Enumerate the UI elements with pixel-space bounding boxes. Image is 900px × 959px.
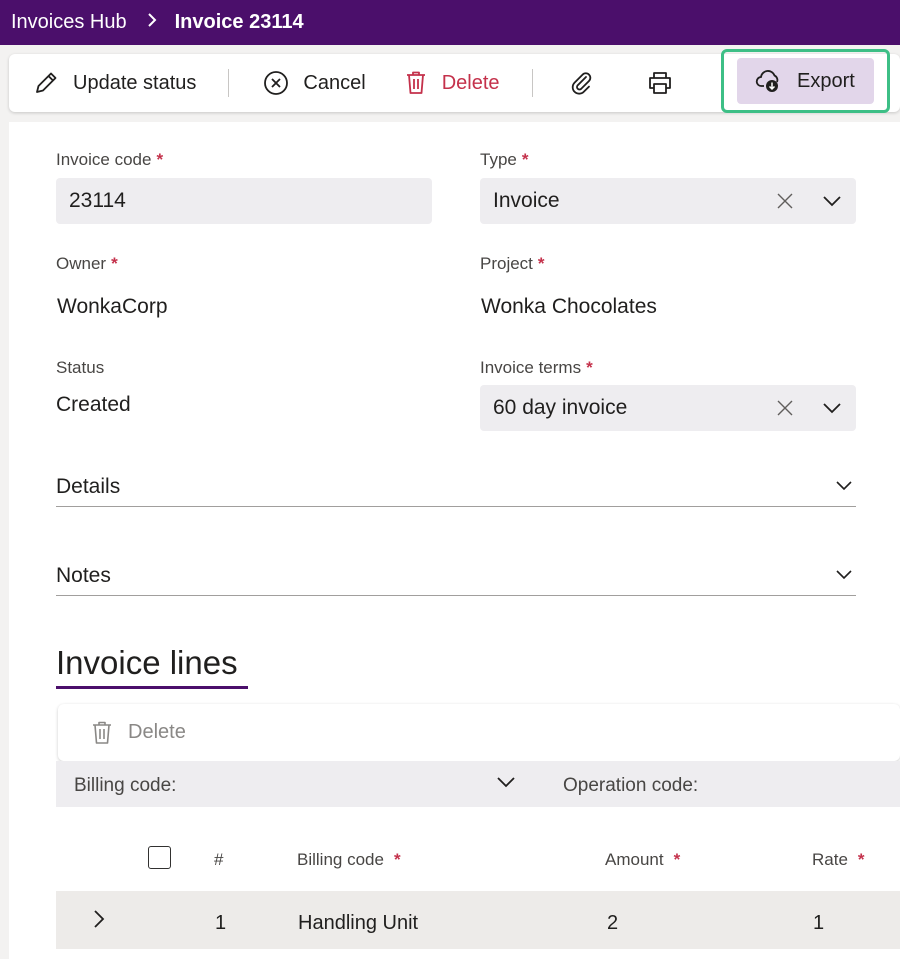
table-row[interactable]: 1 Handling Unit 2 1 — [56, 891, 900, 949]
cancel-circle-icon — [264, 71, 289, 95]
col-header-billing-code[interactable]: Billing code * — [297, 850, 401, 870]
chevron-right-icon — [147, 13, 157, 32]
breadcrumb: Invoices Hub Invoice 23114 — [0, 0, 900, 45]
required-marker: * — [156, 150, 164, 169]
pencil-icon — [36, 72, 57, 93]
delete-button[interactable]: Delete — [404, 61, 500, 105]
status-value: Created — [56, 393, 131, 416]
col-header-amount[interactable]: Amount * — [605, 850, 680, 870]
chevron-down-icon[interactable] — [496, 775, 516, 791]
print-button[interactable] — [646, 61, 674, 105]
col-header-rate[interactable]: Rate * — [812, 850, 865, 870]
export-label: Export — [797, 69, 855, 92]
toolbar-divider — [228, 69, 230, 97]
project-label: Project * — [480, 254, 545, 273]
type-value: Invoice — [493, 189, 560, 212]
required-marker: * — [393, 850, 401, 869]
col-header-number: # — [214, 850, 224, 869]
invoice-terms-value: 60 day invoice — [493, 396, 628, 419]
billing-code-filter-label: Billing code: — [74, 775, 177, 796]
trash-icon — [93, 721, 111, 744]
delete-label: Delete — [441, 71, 500, 94]
row-number: 1 — [215, 912, 227, 934]
toolbar-divider — [531, 69, 533, 97]
type-select[interactable]: Invoice — [480, 178, 856, 224]
details-section-title: Details — [56, 475, 121, 498]
clear-icon[interactable] — [774, 190, 796, 212]
status-label: Status — [56, 358, 105, 377]
invoice-lines-tab[interactable]: Invoice lines — [56, 644, 238, 682]
select-all-checkbox[interactable] — [148, 846, 171, 869]
cancel-button[interactable]: Cancel — [263, 61, 366, 105]
filter-row: Billing code: Operation code: — [56, 761, 900, 807]
required-marker: * — [673, 850, 681, 869]
table-header: # Billing code * Amount * Rate * — [56, 828, 900, 880]
lines-delete-label: Delete — [128, 721, 186, 743]
invoice-code-field[interactable]: 23114 — [56, 178, 432, 224]
printer-icon — [648, 72, 671, 94]
notes-section-title: Notes — [56, 564, 111, 587]
command-toolbar: Update status Cancel Delete Export — [9, 49, 900, 113]
operation-code-filter-label: Operation code: — [563, 775, 699, 796]
required-marker: * — [521, 150, 529, 169]
attach-button[interactable] — [569, 61, 595, 105]
trash-icon — [406, 71, 425, 94]
update-status-button[interactable]: Update status — [33, 61, 196, 105]
row-amount: 2 — [607, 912, 619, 934]
export-highlight: Export — [721, 49, 890, 113]
clear-icon[interactable] — [774, 397, 796, 419]
row-rate: 1 — [813, 912, 825, 934]
chevron-down-icon — [836, 481, 852, 491]
export-button[interactable]: Export — [737, 58, 874, 104]
lines-delete-button[interactable]: Delete — [90, 720, 186, 746]
breadcrumb-root-link[interactable]: Invoices Hub — [11, 11, 127, 34]
notes-section-header[interactable]: Notes — [56, 546, 856, 596]
required-marker: * — [111, 254, 118, 273]
owner-label: Owner * — [56, 254, 118, 273]
chevron-down-icon[interactable] — [822, 192, 842, 210]
chevron-right-icon[interactable] — [92, 909, 106, 929]
update-status-label: Update status — [73, 71, 197, 94]
invoice-terms-label: Invoice terms * — [480, 358, 593, 377]
required-marker: * — [537, 254, 545, 273]
details-section-header[interactable]: Details — [56, 457, 856, 507]
required-marker: * — [586, 358, 593, 377]
chevron-down-icon — [836, 570, 852, 580]
invoice-code-label: Invoice code * — [56, 150, 164, 169]
invoice-code-value: 23114 — [69, 189, 126, 212]
owner-value: WonkaCorp — [57, 295, 168, 318]
project-value: Wonka Chocolates — [481, 295, 657, 318]
cancel-label: Cancel — [303, 71, 366, 94]
required-marker: * — [857, 850, 865, 869]
breadcrumb-current: Invoice 23114 — [174, 11, 304, 33]
cloud-download-icon — [755, 70, 779, 92]
tab-underline — [56, 686, 248, 689]
type-label: Type * — [480, 150, 529, 169]
paperclip-icon — [571, 72, 591, 95]
invoice-lines-toolbar: Delete — [58, 704, 900, 761]
chevron-down-icon[interactable] — [822, 399, 842, 417]
invoice-terms-select[interactable]: 60 day invoice — [480, 385, 856, 431]
row-billing-code: Handling Unit — [298, 912, 419, 934]
invoice-form-panel: Invoice code * 23114 Type * Invoice Owner *… — [9, 122, 900, 959]
